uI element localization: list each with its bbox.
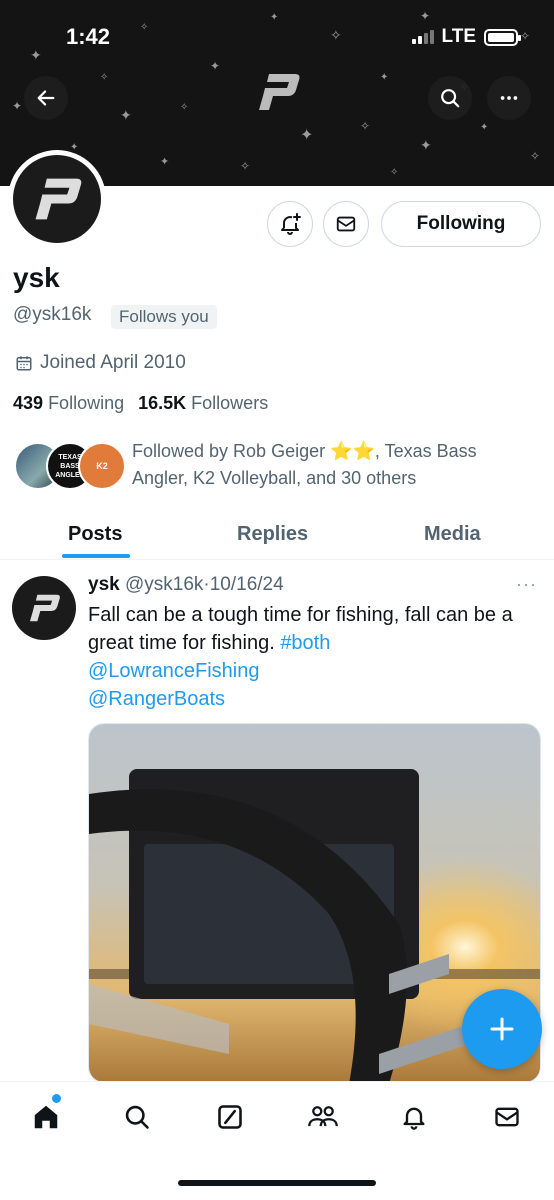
- home-indicator[interactable]: [178, 1180, 376, 1186]
- post-header: ysk @ysk16k·10/16/24: [88, 574, 284, 596]
- compose-button[interactable]: [462, 989, 542, 1069]
- profile-name: ysk: [13, 262, 60, 293]
- post-author-name[interactable]: ysk: [88, 574, 120, 595]
- tab-media[interactable]: Media: [424, 508, 481, 560]
- profile-tabs: Posts Replies Media: [0, 508, 554, 560]
- svg-text:✧: ✧: [140, 22, 148, 33]
- search-button[interactable]: [428, 76, 472, 120]
- svg-text:✦: ✦: [480, 122, 488, 133]
- svg-text:✦: ✦: [120, 107, 132, 123]
- post-author-handle[interactable]: @ysk16k: [125, 574, 203, 595]
- mutual-avatars: TEXAS BASS ANGLER K2: [14, 442, 126, 492]
- svg-text:✦: ✦: [210, 59, 220, 73]
- network-label: LTE: [441, 26, 476, 47]
- bell-plus-icon: [281, 213, 301, 235]
- svg-text:✧: ✧: [390, 167, 398, 178]
- message-button[interactable]: [323, 201, 369, 247]
- svg-text:✧: ✧: [360, 119, 370, 133]
- svg-text:✧: ✧: [330, 27, 342, 43]
- home-icon: [34, 1105, 58, 1129]
- back-button[interactable]: [24, 76, 68, 120]
- svg-text:✦: ✦: [30, 47, 42, 63]
- post-date[interactable]: 10/16/24: [210, 574, 284, 595]
- nav-search[interactable]: [119, 1099, 155, 1135]
- nav-communities[interactable]: [305, 1099, 341, 1135]
- followers-stat[interactable]: 16.5K Followers: [138, 393, 268, 414]
- more-icon: [500, 96, 518, 100]
- profile-handle: @ysk16k: [13, 304, 92, 325]
- battery-icon: [484, 28, 521, 46]
- envelope-icon: [336, 216, 356, 232]
- grok-icon: [218, 1105, 242, 1129]
- logo-icon: [35, 178, 82, 220]
- home-unread-dot: [52, 1094, 61, 1103]
- arrow-left-icon: [37, 90, 55, 106]
- profile-avatar[interactable]: [8, 150, 106, 248]
- svg-text:✧: ✧: [530, 149, 540, 163]
- svg-text:✦: ✦: [160, 156, 169, 168]
- svg-text:✦: ✦: [270, 12, 278, 23]
- nav-home[interactable]: [28, 1099, 64, 1135]
- mail-icon: [495, 1107, 519, 1127]
- svg-text:✧: ✧: [520, 29, 530, 43]
- more-button[interactable]: [487, 76, 531, 120]
- plus-icon: [490, 1017, 514, 1041]
- svg-text:✦: ✦: [380, 72, 388, 83]
- joined-date: Joined April 2010: [15, 352, 186, 374]
- svg-text:✦: ✦: [420, 9, 430, 23]
- following-stat[interactable]: 439 Following: [13, 393, 124, 414]
- notify-button[interactable]: [267, 201, 313, 247]
- search-icon: [441, 89, 460, 108]
- followed-by-text: Followed by Rob Geiger ⭐⭐, Texas Bass An…: [132, 441, 477, 488]
- calendar-icon: [16, 356, 32, 371]
- profile-stats: 439 Following 16.5K Followers: [13, 393, 268, 414]
- communities-icon: [308, 1106, 338, 1127]
- hashtag-link[interactable]: #both: [280, 632, 330, 654]
- search-icon: [125, 1105, 149, 1129]
- mutual-avatar-3: K2: [78, 442, 126, 490]
- active-tab-indicator: [62, 554, 130, 558]
- post-avatar[interactable]: [12, 576, 76, 640]
- status-time: 1:42: [66, 24, 111, 49]
- signal-icon: [411, 30, 434, 44]
- bell-icon: [403, 1107, 425, 1130]
- post-more-button[interactable]: ···: [516, 574, 537, 595]
- tab-posts[interactable]: Posts: [68, 508, 122, 560]
- follows-you-badge: Follows you: [111, 305, 217, 329]
- svg-text:✧: ✧: [240, 159, 250, 173]
- svg-text:✦: ✦: [12, 99, 22, 113]
- nav-messages[interactable]: [489, 1099, 525, 1135]
- svg-text:✧: ✧: [180, 102, 188, 113]
- tab-replies[interactable]: Replies: [237, 508, 308, 560]
- nav-notifications[interactable]: [396, 1099, 432, 1135]
- banner-logo: [255, 72, 301, 117]
- svg-text:✧: ✧: [100, 72, 108, 83]
- nav-grok[interactable]: [212, 1099, 248, 1135]
- joined-label: Joined April 2010: [40, 352, 186, 373]
- post-text: Fall can be a tough time for fishing, fa…: [88, 601, 543, 713]
- mention-link[interactable]: @LowranceFishing: [88, 660, 260, 682]
- following-button[interactable]: Following: [381, 201, 541, 247]
- mention-link[interactable]: @RangerBoats: [88, 688, 225, 710]
- logo-icon: [29, 594, 60, 622]
- svg-text:✦: ✦: [300, 127, 313, 144]
- status-indicators: LTE: [411, 26, 521, 48]
- svg-text:✦: ✦: [420, 137, 432, 153]
